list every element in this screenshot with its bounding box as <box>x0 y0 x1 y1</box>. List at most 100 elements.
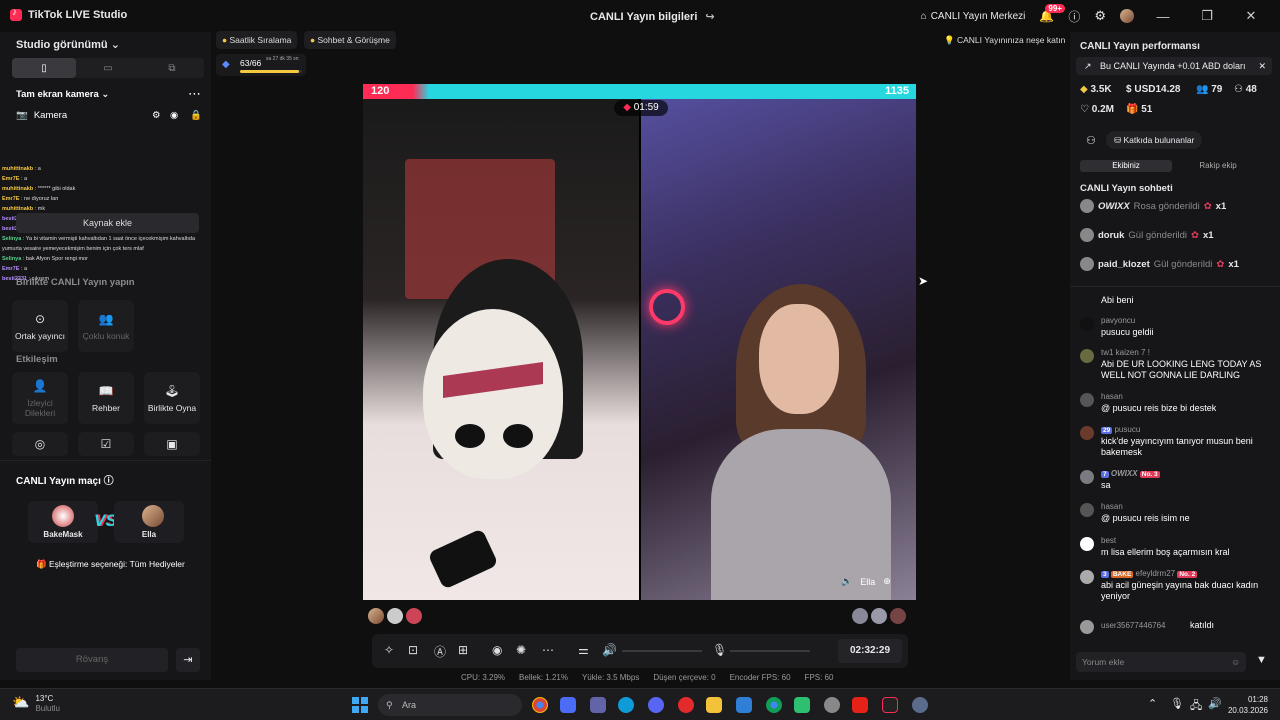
message-user[interactable]: best <box>1101 536 1116 545</box>
live-info-button[interactable]: CANLI Yayın bilgileri ↪ <box>590 10 715 24</box>
gift-user[interactable]: doruk <box>1098 230 1124 241</box>
user-avatar[interactable] <box>1080 503 1094 517</box>
close-icon[interactable]: ✕ <box>1236 8 1266 24</box>
app-icon[interactable] <box>794 697 810 713</box>
contributors-button[interactable]: ⛁ Katkıda bulunanlar <box>1106 131 1203 149</box>
start-windows-icon[interactable] <box>352 697 368 713</box>
user-avatar[interactable] <box>1080 257 1094 271</box>
mail-icon[interactable] <box>736 697 752 713</box>
tray-chevron-icon[interactable]: ⌃ <box>1148 697 1157 710</box>
clock[interactable]: 01:28 20.03.2026 <box>1226 694 1268 716</box>
studio-view-dropdown[interactable]: Studio görünümü ⌄ <box>16 38 120 51</box>
message-user[interactable]: pusucu <box>1114 425 1140 434</box>
user-avatar[interactable] <box>1080 228 1094 242</box>
microphone-icon[interactable]: 🎙 <box>712 643 727 657</box>
user-avatar[interactable] <box>1080 349 1094 363</box>
viewer-requests-button[interactable]: 👤 İzleyici Dilekleri <box>12 372 68 424</box>
copilot-icon[interactable] <box>560 697 576 713</box>
user-avatar[interactable] <box>1080 426 1094 440</box>
teams-icon[interactable] <box>590 697 606 713</box>
goal-tile[interactable]: ◎ <box>12 432 68 456</box>
poll-tile[interactable]: ☑ <box>78 432 134 456</box>
user-avatar[interactable] <box>1080 199 1094 213</box>
tab-your-team[interactable]: Ekibiniz <box>1080 160 1172 172</box>
progress-widget[interactable]: ◆ 63/66 sa 27 dk 35 sn <box>216 54 306 76</box>
message-user[interactable]: OWIXX <box>1111 469 1138 478</box>
maximize-icon[interactable]: ❐ <box>1192 8 1222 24</box>
opera-icon[interactable] <box>678 697 694 713</box>
supporter-avatar[interactable] <box>890 608 906 624</box>
close-notice-icon[interactable]: ✕ <box>1258 57 1266 75</box>
co-host-button[interactable]: ⊙ Ortak yayıncı <box>12 300 68 352</box>
match-option-row[interactable]: 🎁 Eşleştirme seçeneği: Tüm Hediyeler <box>36 559 185 570</box>
user-avatar[interactable] <box>1080 393 1094 407</box>
weather-widget[interactable]: ⛅ 13°C Bulutlu <box>12 694 60 714</box>
taskbar-search[interactable]: ⚲ Ara <box>378 694 522 716</box>
settings-gear-icon[interactable]: ⚙ <box>1094 8 1106 24</box>
scene-dropdown[interactable]: Tam ekran kamera ⌄ <box>16 89 109 100</box>
message-user[interactable]: hasan <box>1101 392 1123 401</box>
user-avatar[interactable] <box>1080 537 1094 551</box>
more-options-icon[interactable]: ⋯ <box>188 86 201 102</box>
play-together-button[interactable]: 🕹 Birlikte Oyna <box>144 372 200 424</box>
speaker-icon[interactable]: 🔊 <box>1208 697 1222 710</box>
add-scene-icon[interactable]: ⊞ <box>458 643 468 657</box>
portrait-layout-button[interactable]: ▯ <box>12 58 76 78</box>
user-avatar[interactable] <box>1080 570 1094 584</box>
settings-ring-icon[interactable]: ✺ <box>516 643 526 657</box>
network-icon[interactable]: 🖧 <box>1190 697 1202 716</box>
fun-pill[interactable]: 💡 CANLI Yayınınıza neşe katın <box>938 31 1071 49</box>
user-avatar[interactable] <box>1080 470 1094 484</box>
lock-icon[interactable]: 🔒 <box>190 110 202 121</box>
mic-slider[interactable] <box>730 650 810 652</box>
multi-guest-button[interactable]: 👥 Çoklu konuk <box>78 300 134 352</box>
mixer-icon[interactable]: ⚌ <box>578 643 589 657</box>
file-explorer-icon[interactable] <box>706 697 722 713</box>
magic-wand-icon[interactable]: ✧ <box>384 643 394 657</box>
add-source-tooltip[interactable]: Kaynak ekle <box>16 213 199 233</box>
invite-user-icon[interactable]: ⚇ <box>1086 134 1096 147</box>
filter-icon[interactable]: ▼ <box>1256 654 1267 666</box>
live-center-button[interactable]: ⌂ CANLI Yayın Merkezi <box>921 11 1026 22</box>
youtube-icon[interactable] <box>852 697 868 713</box>
dual-layout-button[interactable]: ⧉ <box>140 58 204 78</box>
app-icon[interactable] <box>824 697 840 713</box>
ai-effects-icon[interactable]: Ⓐ <box>434 643 446 660</box>
tray-mic-icon[interactable]: 🎙 <box>1170 697 1184 710</box>
volume-slider[interactable] <box>622 650 702 652</box>
gift-user[interactable]: OWIXX <box>1098 201 1130 212</box>
user-avatar[interactable] <box>1080 317 1094 331</box>
speaker-mute-icon[interactable]: 🔈 <box>841 576 852 587</box>
discord-icon[interactable] <box>648 697 664 713</box>
guide-button[interactable]: 📖 Rehber <box>78 372 134 424</box>
profile-avatar[interactable] <box>1120 9 1134 23</box>
supporter-avatar[interactable] <box>871 608 887 624</box>
visibility-eye-icon[interactable]: ◉ <box>170 110 178 121</box>
exit-match-icon[interactable]: ⇥ <box>176 648 200 672</box>
supporter-avatar[interactable] <box>368 608 384 624</box>
comment-input[interactable]: Yorum ekle ☺ <box>1076 652 1246 672</box>
message-user[interactable]: user35677446764 <box>1101 621 1166 630</box>
hourly-ranking-pill[interactable]: ● Saatlik Sıralama <box>216 31 298 49</box>
user-avatar[interactable] <box>1080 620 1094 634</box>
treasure-tile[interactable]: ▣ <box>144 432 200 456</box>
message-user[interactable]: pavyoncu <box>1101 316 1135 325</box>
info-icon[interactable]: ⓘ <box>104 476 114 487</box>
emoji-icon[interactable]: ☺ <box>1231 652 1240 672</box>
supporter-avatar[interactable] <box>387 608 403 624</box>
add-icon[interactable]: ⊕ <box>883 576 891 587</box>
notifications-button[interactable]: 🔔 99+ <box>1039 4 1065 23</box>
layout-edit-icon[interactable]: ⊡ <box>408 643 418 657</box>
message-user[interactable]: tw1 kaizen 7 ! <box>1101 348 1150 357</box>
chat-call-pill[interactable]: ● Sohbet & Görüşme <box>304 31 396 49</box>
chrome-icon[interactable] <box>532 697 548 713</box>
tab-opponent-team[interactable]: Rakip ekip <box>1172 160 1264 172</box>
record-icon[interactable]: ◉ <box>492 643 502 657</box>
tiktok-icon[interactable] <box>882 697 898 713</box>
chrome-active-icon[interactable] <box>766 697 782 713</box>
minimize-icon[interactable]: — <box>1148 9 1178 24</box>
gift-user[interactable]: paid_klozet <box>1098 259 1150 270</box>
camera-source-row[interactable]: 📷 Kamera <box>16 110 67 121</box>
message-user[interactable]: efeyldrm27 <box>1136 569 1176 578</box>
help-icon[interactable]: ⓘ <box>1068 8 1080 25</box>
